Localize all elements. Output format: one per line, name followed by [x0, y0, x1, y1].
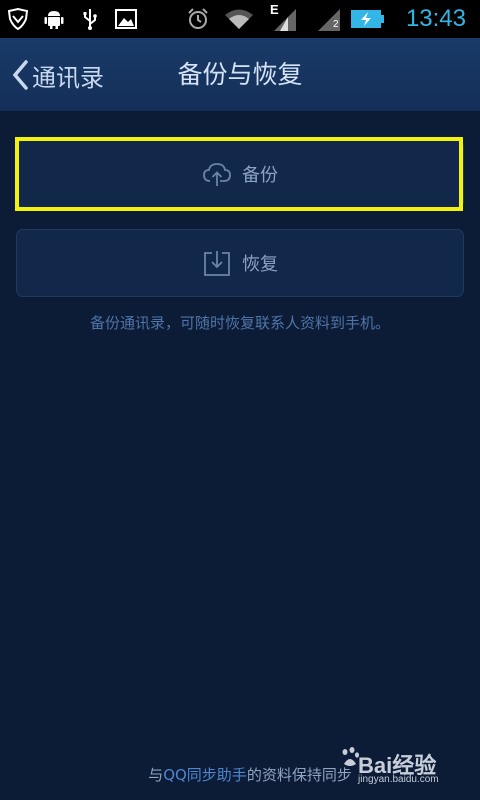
chevron-left-icon: [12, 60, 28, 90]
watermark-url: jingyan.baidu.com: [358, 774, 439, 785]
battery-charging-icon: [351, 10, 384, 28]
signal-e-label: E: [270, 2, 279, 17]
status-bar: E 2 13:43: [0, 0, 480, 38]
clock: 13:43: [405, 5, 466, 32]
download-box-icon: [204, 251, 230, 276]
alarm-icon: [188, 8, 208, 29]
backup-button[interactable]: 备份: [16, 140, 464, 208]
image-icon: [115, 9, 137, 29]
footer-suffix: 的资料保持同步: [246, 766, 352, 784]
shield-icon: [7, 7, 29, 31]
baidu-watermark: Bai经验 jingyan.baidu.com: [340, 740, 450, 792]
qq-sync-link[interactable]: QQ同步助手: [163, 766, 247, 784]
back-label: 通讯录: [32, 63, 104, 92]
restore-button[interactable]: 恢复: [16, 229, 464, 297]
usb-icon: [83, 9, 97, 30]
backup-label: 备份: [242, 165, 278, 186]
cloud-upload-icon: [203, 163, 231, 186]
footer-prefix: 与: [148, 766, 164, 784]
restore-label: 恢复: [242, 254, 278, 275]
wifi-icon: [225, 9, 253, 29]
android-debug-icon: [44, 11, 64, 29]
backup-hint: 备份通讯录，可随时恢复联系人资料到手机。: [89, 314, 390, 332]
signal-sim-label: 2: [333, 19, 339, 30]
page-title: 备份与恢复: [177, 60, 303, 89]
paw-icon: [342, 747, 359, 766]
back-button[interactable]: 通讯录: [10, 50, 120, 100]
title-bar: 通讯录 备份与恢复: [0, 38, 480, 112]
